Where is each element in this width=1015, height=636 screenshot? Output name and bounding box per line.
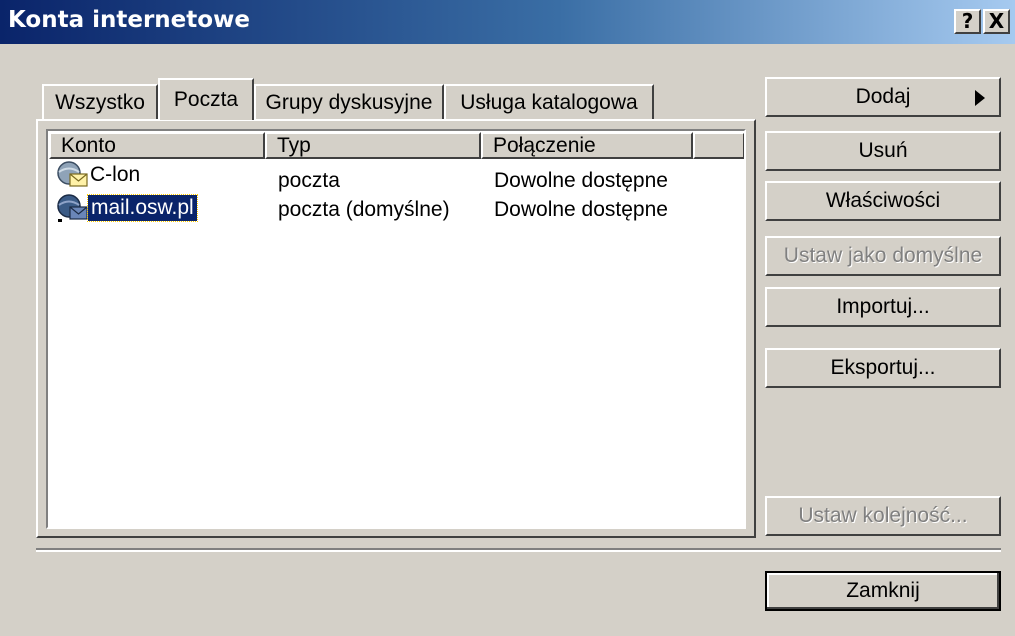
column-header-konto[interactable]: Konto [49, 132, 265, 159]
remove-button[interactable]: Usuń [765, 131, 1001, 171]
export-button[interactable]: Eksportuj... [765, 348, 1001, 388]
accounts-list[interactable]: Konto Typ Połączenie C-lon poczta Dowoln… [46, 129, 746, 529]
account-connection: Dowolne dostępne [494, 198, 668, 221]
column-header-typ[interactable]: Typ [265, 132, 481, 159]
account-name: mail.osw.pl [87, 194, 198, 222]
title-bar: Konta internetowe ? X [0, 0, 1015, 44]
account-type: poczta (domyślne) [278, 198, 450, 221]
set-order-button[interactable]: Ustaw kolejność... [765, 496, 1001, 536]
mail-account-default-icon [57, 194, 88, 222]
help-button[interactable]: ? [954, 9, 981, 34]
properties-button[interactable]: Właściwości [765, 181, 1001, 221]
tab-wszystko[interactable]: Wszystko [42, 84, 158, 120]
close-dialog-button[interactable]: Zamknij [765, 571, 1001, 611]
tab-usluga-katalogowa[interactable]: Usługa katalogowa [444, 84, 654, 120]
add-button-label: Dodaj [855, 85, 911, 108]
tab-poczta[interactable]: Poczta [158, 78, 254, 120]
mail-account-icon [57, 161, 88, 187]
account-connection: Dowolne dostępne [494, 169, 668, 192]
import-button[interactable]: Importuj... [765, 287, 1001, 327]
window-title: Konta internetowe [8, 7, 250, 33]
column-header-empty [693, 132, 744, 159]
separator [36, 548, 1001, 552]
list-item[interactable]: mail.osw.pl poczta (domyślne) Dowolne do… [48, 194, 744, 224]
close-button[interactable]: X [983, 9, 1010, 34]
column-header-polaczenie[interactable]: Połączenie [481, 132, 693, 159]
tab-grupy-dyskusyjne[interactable]: Grupy dyskusyjne [254, 84, 444, 120]
account-name: C-lon [90, 163, 141, 186]
list-item[interactable]: C-lon poczta Dowolne dostępne [48, 161, 744, 192]
submenu-arrow-icon [975, 90, 985, 106]
set-default-button[interactable]: Ustaw jako domyślne [765, 236, 1001, 276]
add-button[interactable]: Dodaj [765, 77, 1001, 117]
account-type: poczta [278, 169, 340, 192]
